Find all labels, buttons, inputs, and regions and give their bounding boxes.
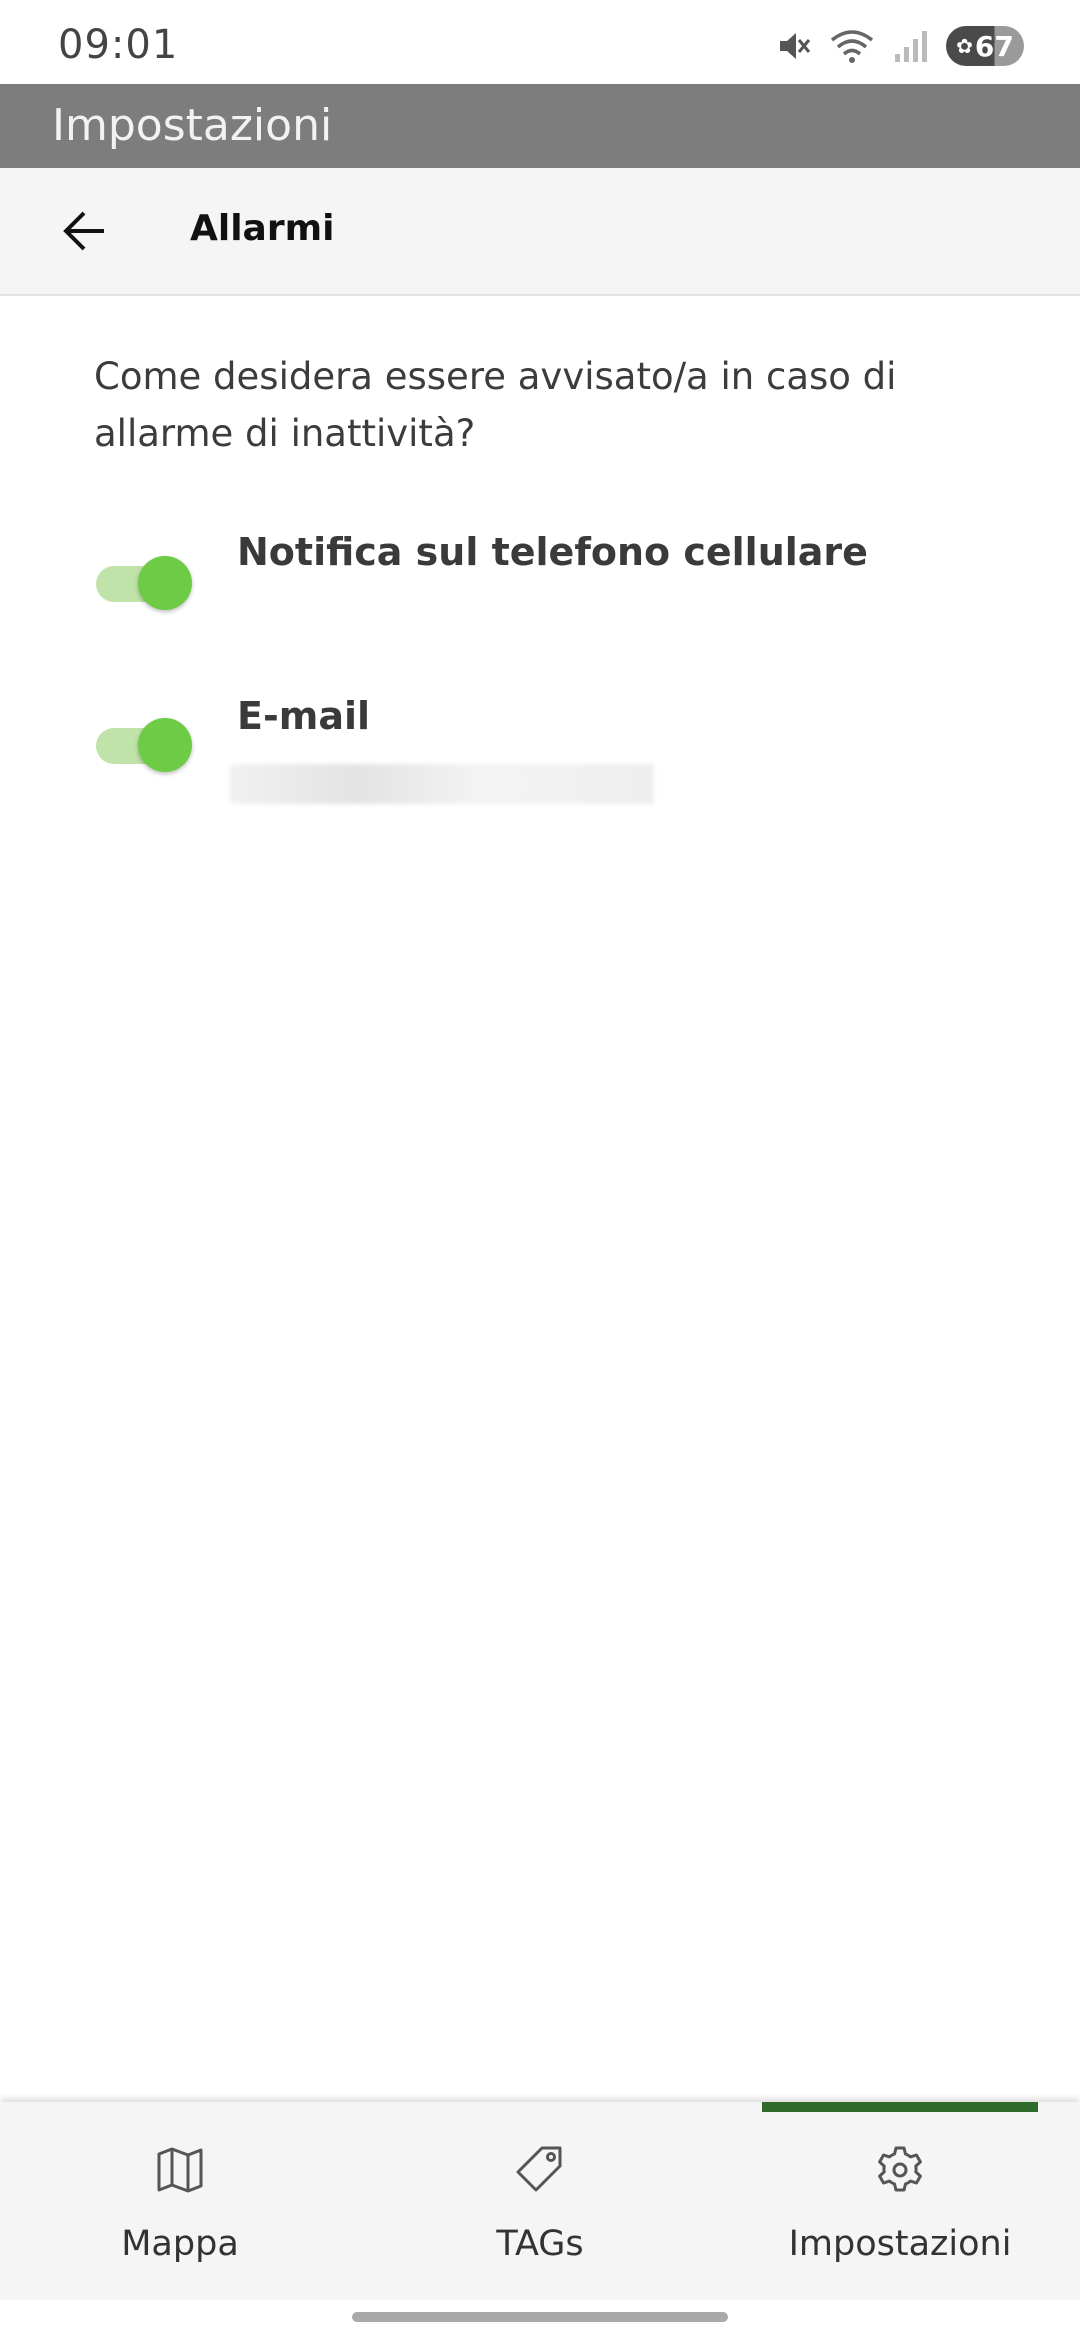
app-bar-title: Impostazioni [52,100,333,151]
redacted-email-address [230,764,654,804]
status-bar: 09:01 ✿ 67 [0,0,1080,84]
phone-notification-label: Notifica sul telefono cellulare [237,530,868,574]
alarm-settings-screen: 09:01 ✿ 67 Impostazioni Allarmi Come des… [0,0,1080,2340]
nav-item-tags[interactable]: TAGs [390,2102,690,2300]
mute-icon [780,33,811,59]
battery-icon: ✿ 67 [946,26,1024,66]
toggle-thumb [138,556,192,610]
arrow-left-icon [63,211,104,251]
map-icon [157,2147,203,2193]
nav-label-mappa: Mappa [121,2224,239,2264]
gear-icon [878,2146,922,2192]
email-toggle[interactable] [94,712,194,772]
nav-label-tags: TAGs [496,2224,584,2264]
nav-label-impostazioni: Impostazioni [788,2224,1012,2264]
home-indicator[interactable] [352,2312,728,2322]
nav-item-impostazioni[interactable]: Impostazioni [750,2102,1050,2300]
alarm-question: Come desidera essere avvisato/a in caso … [94,355,897,455]
toggle-thumb [138,718,192,772]
battery-saver-icon: ✿ [956,34,973,58]
email-label: E-mail [237,694,371,738]
bottom-navigation: Mappa TAGs Impostazioni [0,2102,1080,2300]
page-title: Allarmi [190,208,335,249]
nav-item-mappa[interactable]: Mappa [30,2102,330,2300]
phone-notification-toggle[interactable] [94,550,194,610]
wifi-icon [830,30,874,63]
signal-icon [895,31,927,62]
back-button[interactable] [50,196,120,266]
app-bar: Impostazioni [0,84,1080,168]
status-icons: ✿ 67 [776,24,1024,68]
sub-header: Allarmi [0,168,1080,296]
battery-level: 67 [974,29,1014,63]
tag-icon [516,2146,562,2192]
status-time: 09:01 [58,22,179,68]
